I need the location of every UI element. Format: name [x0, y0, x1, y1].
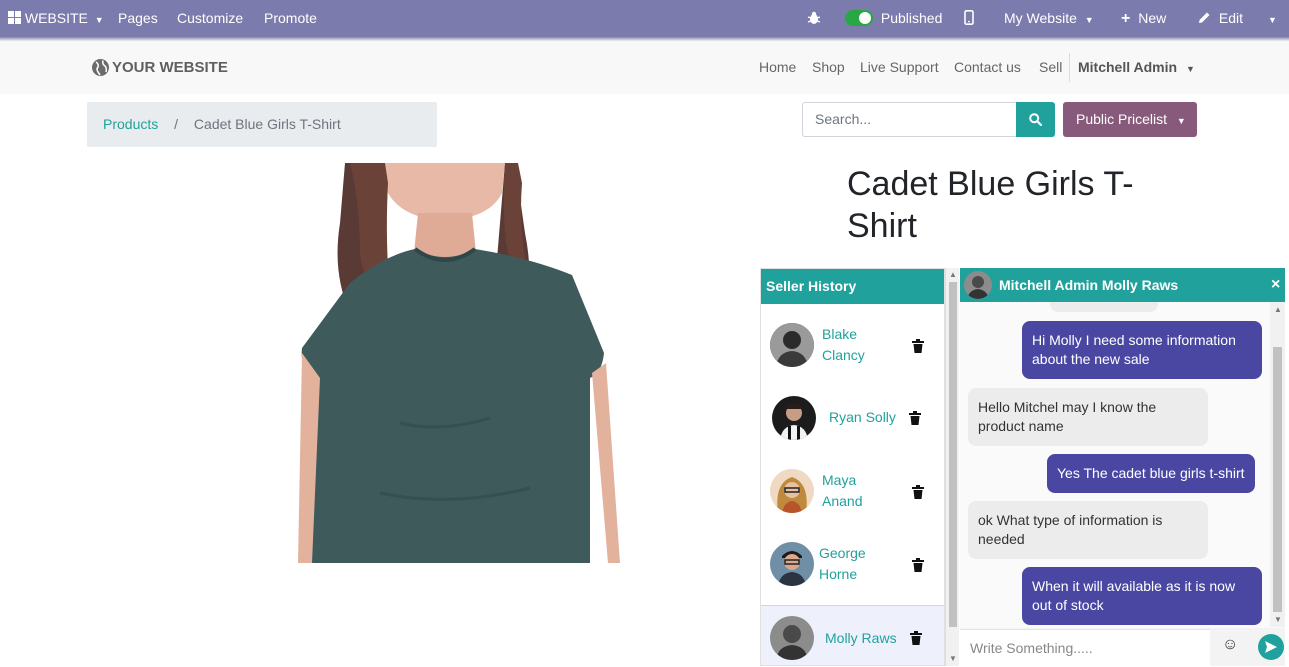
message-incoming: Hello Mitchel may I know the product nam…: [968, 388, 1208, 446]
published-toggle[interactable]: Published: [845, 0, 942, 36]
published-label: Published: [880, 10, 943, 26]
user-menu[interactable]: Mitchell Admin ▼: [1078, 41, 1195, 94]
pricelist-dropdown[interactable]: Public Pricelist ▼: [1063, 102, 1197, 137]
seller-name[interactable]: George Horne: [819, 543, 879, 585]
plus-icon: +: [1121, 10, 1131, 27]
seller-list-item[interactable]: Blake Clancy: [761, 309, 944, 379]
apps-menu-button[interactable]: WEBSITE ▼: [8, 0, 104, 36]
chat-scrollbar[interactable]: ▲ ▼: [1270, 302, 1285, 627]
seller-list-item[interactable]: Maya Anand: [761, 455, 944, 525]
caret-down-icon: ▼: [1185, 64, 1195, 74]
avatar: [772, 396, 816, 440]
message-incoming: ok What type of information is needed: [968, 501, 1208, 559]
avatar: [770, 616, 814, 660]
scroll-down-arrow-icon[interactable]: ▼: [1274, 615, 1282, 624]
scroll-up-arrow-icon[interactable]: ▲: [949, 270, 957, 279]
product-title: Cadet Blue Girls T-Shirt: [847, 165, 1134, 245]
nav-shop[interactable]: Shop: [812, 41, 845, 94]
chat-window: Mitchell Admin Molly Raws × Hi Molly I n…: [960, 268, 1285, 666]
product-image[interactable]: [290, 163, 620, 563]
search-icon: [1029, 113, 1042, 126]
edit-button[interactable]: Edit: [1198, 0, 1243, 36]
user-name: Mitchell Admin: [1078, 59, 1178, 75]
seller-name[interactable]: Molly Raws: [825, 628, 897, 649]
search-input[interactable]: Search...: [802, 102, 1017, 137]
scrollbar-thumb[interactable]: [949, 282, 957, 627]
seller-history-panel: Seller History Blake Clancy Ryan Solly M…: [760, 268, 945, 666]
send-button[interactable]: [1258, 634, 1284, 660]
debug-bug-button[interactable]: [807, 0, 821, 36]
breadcrumb-products-link[interactable]: Products: [103, 116, 158, 132]
message-outgoing: Hi Molly I need some information about t…: [1022, 321, 1262, 379]
breadcrumb-current: Cadet Blue Girls T-Shirt: [193, 116, 341, 132]
message-outgoing: When it will available as it is now out …: [1022, 567, 1262, 625]
seller-list-item[interactable]: Ryan Solly: [761, 382, 944, 452]
globe-icon: [92, 59, 109, 76]
toggle-switch-icon: [845, 10, 873, 26]
edit-label: Edit: [1218, 10, 1244, 26]
caret-down-icon: ▼: [1176, 116, 1186, 126]
apps-label: WEBSITE: [24, 10, 88, 26]
trash-icon[interactable]: [912, 558, 924, 572]
pencil-icon: [1199, 12, 1210, 23]
scroll-up-arrow-icon[interactable]: ▲: [1274, 305, 1282, 314]
nav-live-support[interactable]: Live Support: [860, 41, 939, 94]
nav-sell[interactable]: Sell: [1039, 41, 1062, 94]
seller-name[interactable]: Blake Clancy: [822, 324, 882, 366]
trash-icon[interactable]: [909, 411, 921, 425]
menu-pages[interactable]: Pages: [118, 0, 158, 36]
caret-down-icon: ▼: [1268, 15, 1277, 25]
chat-avatar: [964, 271, 992, 299]
scroll-down-arrow-icon[interactable]: ▼: [949, 654, 957, 663]
seller-name[interactable]: Maya Anand: [822, 470, 882, 512]
message-bubble-partial: [1050, 302, 1158, 312]
seller-history-title: Seller History: [761, 269, 944, 304]
caret-down-icon: ▼: [1084, 15, 1094, 25]
new-label: New: [1138, 10, 1167, 26]
search-button[interactable]: [1016, 102, 1055, 137]
chat-message-input[interactable]: Write Something.....: [960, 629, 1210, 666]
seller-name[interactable]: Ryan Solly: [829, 407, 896, 428]
avatar: [770, 323, 814, 367]
trash-icon[interactable]: [910, 631, 922, 645]
emoji-icon[interactable]: ☺: [1222, 636, 1238, 654]
nav-divider: [1069, 53, 1070, 82]
scrollbar-thumb[interactable]: [1273, 347, 1282, 612]
close-icon[interactable]: ×: [1271, 268, 1280, 302]
product-photo-illustration: [298, 163, 620, 563]
admin-top-bar: WEBSITE ▼ Pages Customize Promote Publis…: [0, 0, 1289, 36]
breadcrumb-separator: /: [174, 116, 179, 132]
trash-icon[interactable]: [912, 485, 924, 499]
grid-icon: [8, 11, 21, 24]
avatar: [770, 542, 814, 586]
mobile-preview-button[interactable]: [964, 0, 974, 36]
chat-header: Mitchell Admin Molly Raws ×: [960, 268, 1285, 302]
nav-home[interactable]: Home: [759, 41, 796, 94]
new-button[interactable]: + New: [1121, 0, 1166, 36]
trash-icon[interactable]: [912, 339, 924, 353]
chat-title: Mitchell Admin Molly Raws: [999, 277, 1179, 293]
message-outgoing: Yes The cadet blue girls t-shirt: [1047, 454, 1255, 493]
more-menu-button[interactable]: ▼: [1268, 0, 1277, 36]
seller-list-item-active[interactable]: Molly Raws: [761, 605, 944, 665]
seller-list-scrollbar[interactable]: ▲ ▼: [945, 268, 959, 666]
menu-promote[interactable]: Promote: [264, 0, 317, 36]
menu-customize[interactable]: Customize: [177, 0, 243, 36]
site-logo-text[interactable]: YOUR WEBSITE: [112, 41, 228, 94]
pricelist-label: Public Pricelist: [1076, 111, 1168, 127]
bug-icon: [807, 11, 821, 24]
website-switcher-label: My Website: [1004, 10, 1077, 26]
breadcrumb: Products / Cadet Blue Girls T-Shirt: [87, 102, 437, 147]
website-header: YOUR WEBSITE Home Shop Live Support Cont…: [0, 41, 1289, 94]
avatar: [770, 469, 814, 513]
mobile-icon: [964, 10, 974, 25]
send-icon: [1265, 641, 1277, 653]
website-switcher[interactable]: My Website ▼: [1004, 0, 1094, 36]
caret-down-icon: ▼: [94, 15, 104, 25]
seller-list-item[interactable]: George Horne: [761, 528, 944, 598]
nav-contact-us[interactable]: Contact us: [954, 41, 1021, 94]
